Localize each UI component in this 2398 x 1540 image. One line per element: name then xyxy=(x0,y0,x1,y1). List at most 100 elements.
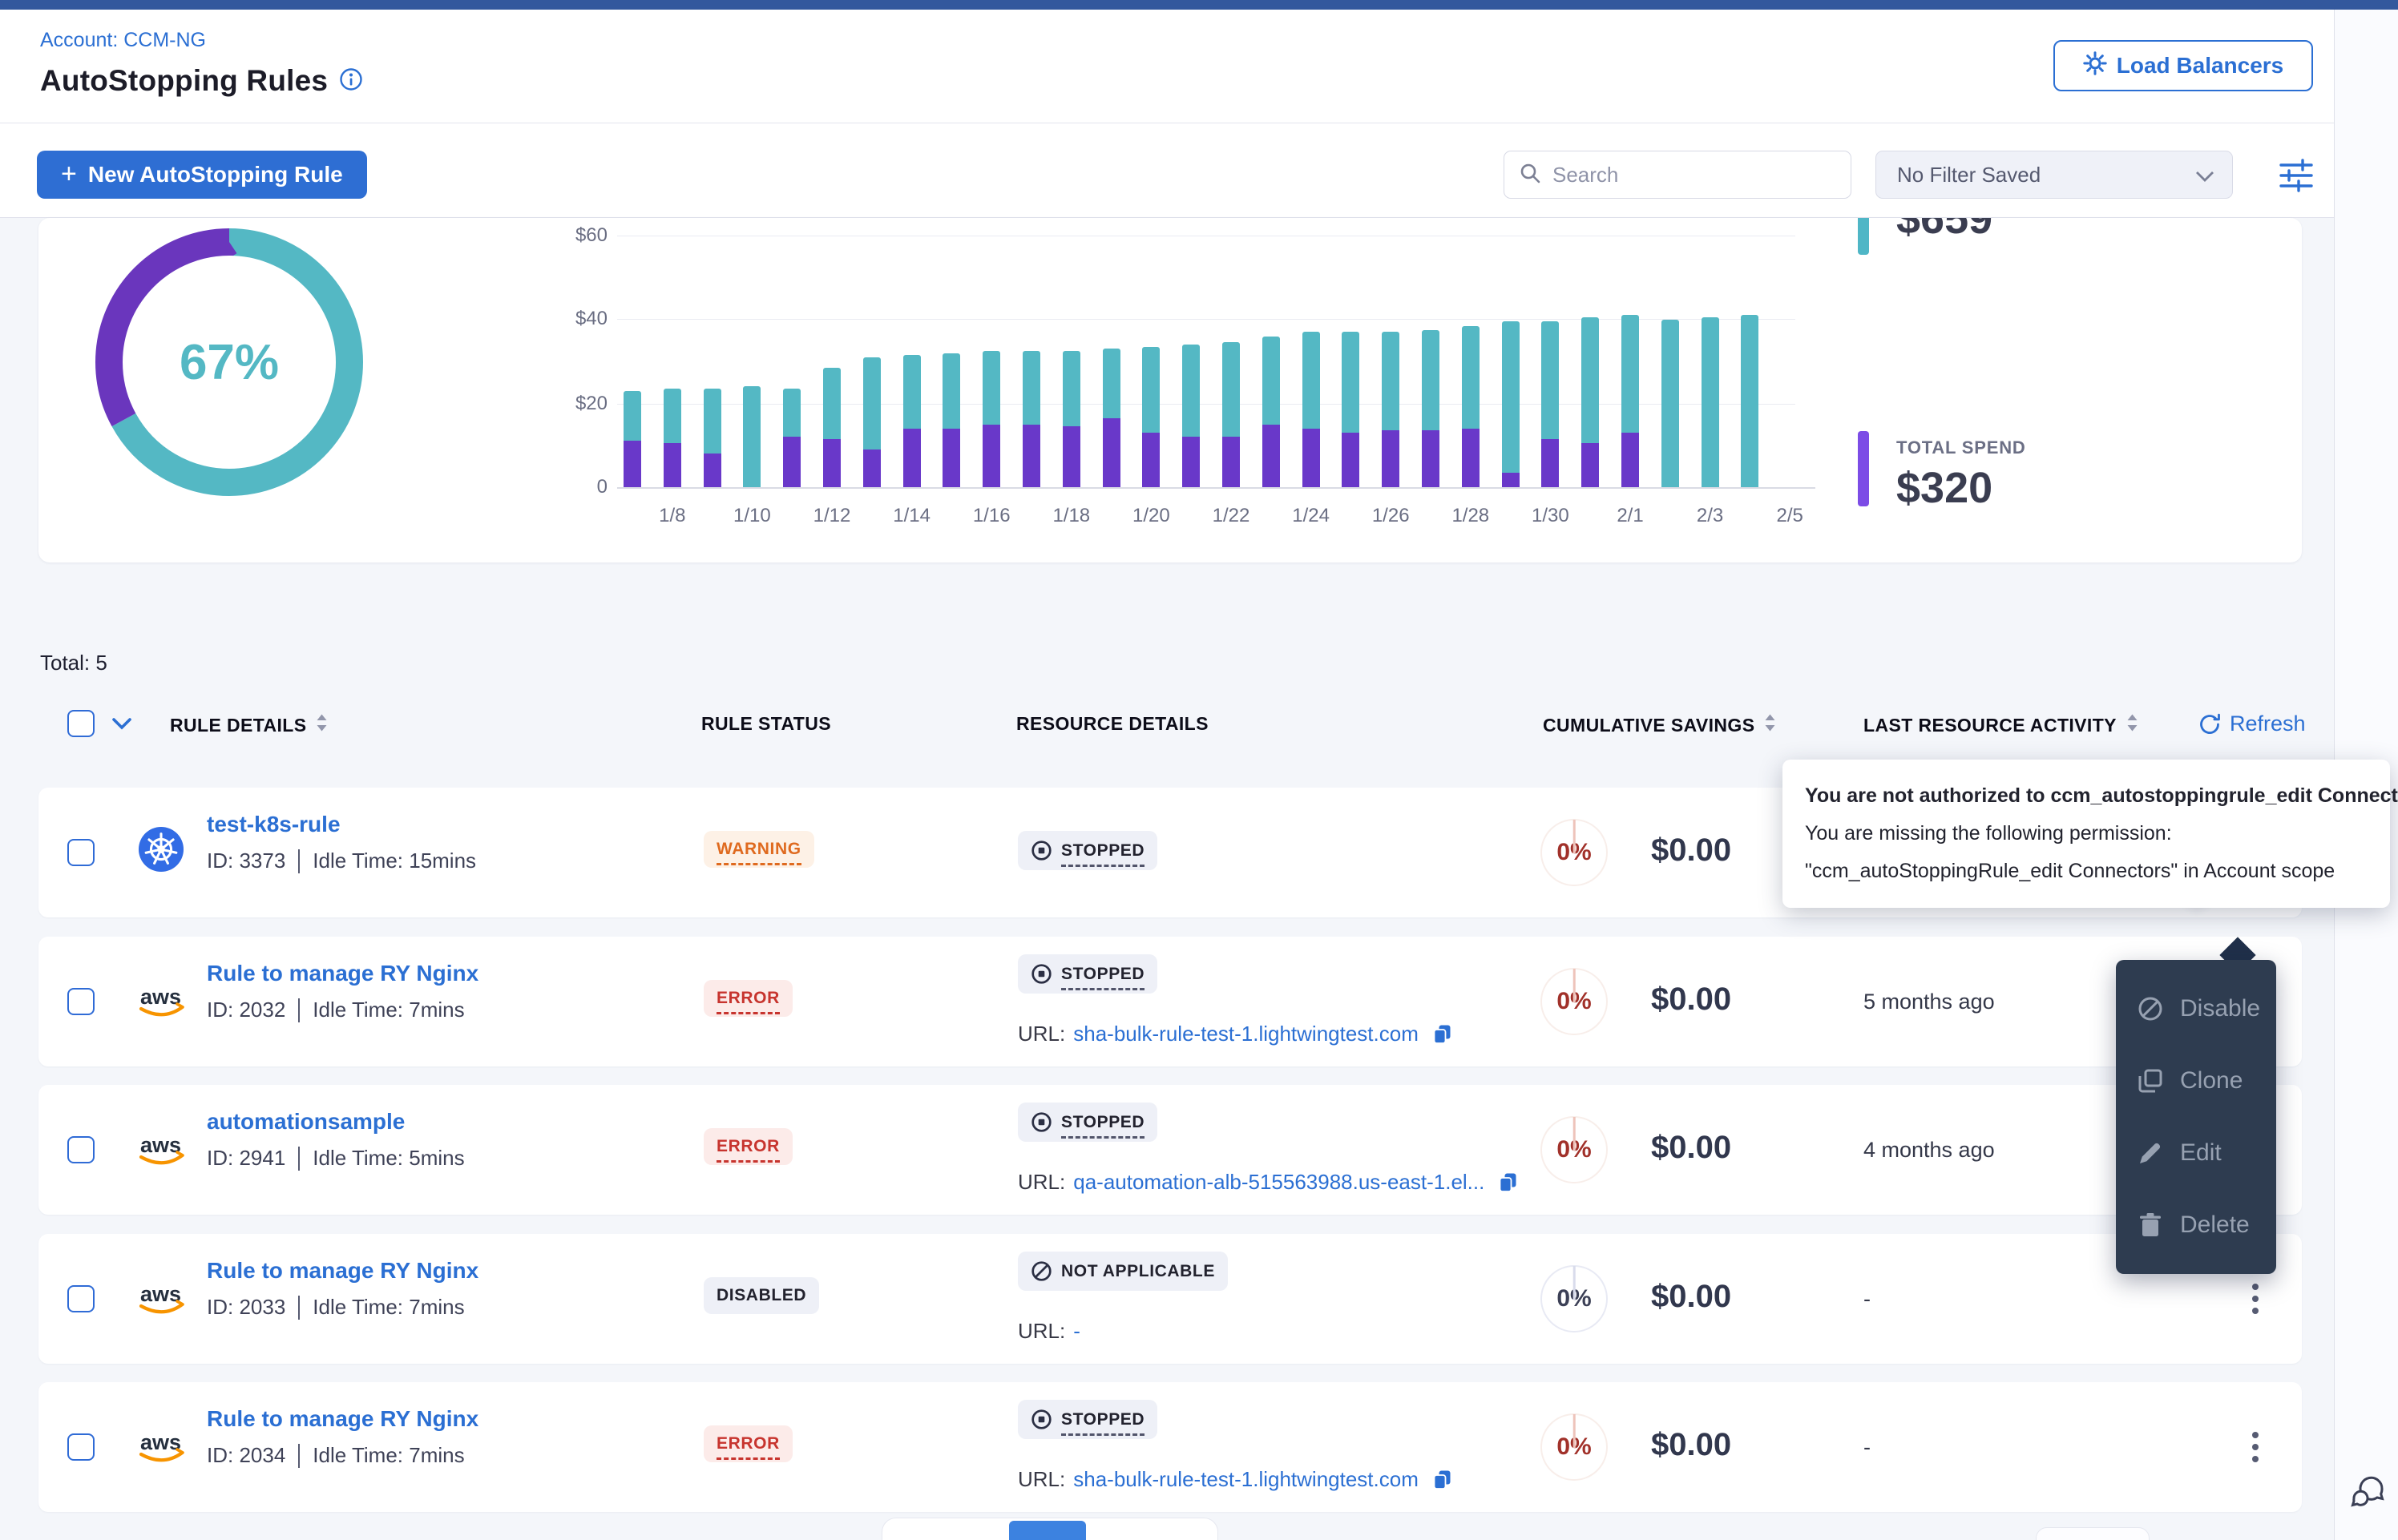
menu-item-clone[interactable]: Clone xyxy=(2116,1045,2276,1117)
rule-status-label: ERROR xyxy=(717,1137,780,1163)
bar-spend-segment xyxy=(863,450,881,487)
aws-icon: aws xyxy=(138,1131,188,1172)
spend-legend-marker xyxy=(1858,431,1869,506)
total-spend-label: TOTAL SPEND xyxy=(1896,437,2026,458)
sort-icon[interactable] xyxy=(2126,713,2138,737)
table-row[interactable]: awsRule to manage RY NginxID: 2033Idle T… xyxy=(38,1234,2302,1364)
bar-spend-segment xyxy=(1142,433,1160,487)
column-header-cumulative-savings[interactable]: CUMULATIVE SAVINGS xyxy=(1543,713,1776,737)
resource-url-line: URL: qa-automation-alb-515563988.us-east-… xyxy=(1018,1170,1519,1195)
resource-url-link[interactable]: sha-bulk-rule-test-1.lightwingtest.com xyxy=(1073,1022,1419,1046)
stop-circle-icon xyxy=(1031,1111,1052,1133)
kebab-dot xyxy=(2252,1296,2259,1302)
x-axis-label: 1/26 xyxy=(1354,505,1427,527)
refresh-label: Refresh xyxy=(2230,712,2306,736)
rule-name-link[interactable]: Rule to manage RY Nginx xyxy=(207,1258,478,1284)
saved-filter-dropdown[interactable]: No Filter Saved xyxy=(1875,151,2233,199)
bar-spend-segment xyxy=(1342,433,1359,487)
divider xyxy=(298,1444,300,1468)
total-savings-value: $659 xyxy=(1896,218,1992,244)
copy-icon[interactable] xyxy=(1431,1469,1453,1490)
row-checkbox[interactable] xyxy=(67,1285,95,1312)
search-input[interactable] xyxy=(1552,163,1836,187)
stacked-bar xyxy=(704,389,721,487)
toolbar: + New AutoStopping Rule No Filter Saved xyxy=(0,123,2334,218)
pagination-bar[interactable] xyxy=(882,1518,1218,1540)
resource-url-link[interactable]: qa-automation-alb-515563988.us-east-1.el… xyxy=(1073,1170,1484,1195)
row-checkbox[interactable] xyxy=(67,988,95,1015)
rule-status-label: DISABLED xyxy=(717,1286,806,1305)
tooltip-line: You are missing the following permission… xyxy=(1805,815,2368,853)
row-checkbox[interactable] xyxy=(67,1433,95,1461)
x-axis-label: 2/3 xyxy=(1674,505,1746,527)
copy-icon[interactable] xyxy=(1431,1023,1453,1045)
y-axis-tick: $20 xyxy=(519,393,608,415)
not-applicable-icon xyxy=(1031,1260,1052,1282)
bottom-right-chip[interactable] xyxy=(2036,1527,2150,1540)
table-row[interactable]: awsRule to manage RY NginxID: 2032Idle T… xyxy=(38,937,2302,1066)
chevron-down-icon xyxy=(2195,163,2214,187)
info-icon[interactable] xyxy=(339,67,363,95)
stacked-bar xyxy=(903,355,921,487)
new-autostopping-rule-button[interactable]: + New AutoStopping Rule xyxy=(37,151,367,199)
rule-subtext: ID: 2941Idle Time: 5mins xyxy=(207,1146,465,1171)
rule-name-link[interactable]: Rule to manage RY Nginx xyxy=(207,961,478,986)
row-checkbox[interactable] xyxy=(67,1136,95,1163)
row-actions-menu-button[interactable] xyxy=(2234,1420,2276,1474)
copy-icon[interactable] xyxy=(1497,1171,1519,1193)
help-chat-icon[interactable] xyxy=(2347,1471,2388,1513)
menu-item-label: Disable xyxy=(2180,995,2260,1022)
rule-status-label: ERROR xyxy=(717,989,780,1014)
x-axis-label: 2/1 xyxy=(1594,505,1666,527)
load-balancers-button[interactable]: Load Balancers xyxy=(2053,40,2313,91)
menu-item-disable[interactable]: Disable xyxy=(2116,973,2276,1045)
refresh-button[interactable]: Refresh xyxy=(2198,712,2306,736)
menu-item-edit[interactable]: Edit xyxy=(2116,1117,2276,1189)
refresh-icon xyxy=(2198,712,2222,736)
resource-state-badge: STOPPED xyxy=(1018,1103,1157,1142)
table-row[interactable]: aws automationsample ID: 2941Idle Time: 5m… xyxy=(38,1085,2302,1215)
url-prefix: URL: xyxy=(1018,1170,1065,1195)
column-header-rule-details[interactable]: RULE DETAILS xyxy=(170,713,328,737)
table-row[interactable]: awsRule to manage RY NginxID: 2034Idle T… xyxy=(38,1382,2302,1512)
bar-spend-segment xyxy=(983,425,1000,488)
saved-filter-value: No Filter Saved xyxy=(1897,163,2041,187)
rule-name-link[interactable]: automationsample xyxy=(207,1109,405,1135)
column-header-last-resource-activity[interactable]: LAST RESOURCE ACTIVITY xyxy=(1863,713,2138,737)
clone-icon xyxy=(2137,1067,2164,1095)
chevron-down-icon[interactable] xyxy=(112,718,131,734)
savings-donut-chart: 67% xyxy=(95,228,364,497)
resource-url-link[interactable]: sha-bulk-rule-test-1.lightwingtest.com xyxy=(1073,1467,1419,1492)
cumulative-savings-amount: $0.00 xyxy=(1651,1279,1731,1315)
bar-spend-segment xyxy=(1023,425,1040,488)
stacked-bar xyxy=(1262,337,1280,487)
filter-panel-icon[interactable] xyxy=(2278,157,2315,194)
pagination-active-page[interactable] xyxy=(1009,1521,1086,1540)
bar-spend-segment xyxy=(1462,429,1480,487)
menu-item-label: Edit xyxy=(2180,1139,2222,1167)
stacked-bar xyxy=(664,389,681,487)
row-actions-menu-button[interactable] xyxy=(2234,1272,2276,1326)
bar-spend-segment xyxy=(1541,439,1559,487)
account-breadcrumb[interactable]: Account: CCM-NG xyxy=(40,29,206,52)
row-checkbox[interactable] xyxy=(67,839,95,866)
x-axis-label: 1/18 xyxy=(1036,505,1108,527)
rule-name-link[interactable]: Rule to manage RY Nginx xyxy=(207,1406,478,1432)
kebab-dot xyxy=(2252,1432,2259,1438)
sort-icon[interactable] xyxy=(316,713,328,737)
bar-spend-segment xyxy=(1262,425,1280,488)
disable-icon xyxy=(2137,995,2164,1022)
sort-icon[interactable] xyxy=(1764,713,1776,737)
rule-name-link[interactable]: test-k8s-rule xyxy=(207,812,341,837)
resource-url-link[interactable]: - xyxy=(1073,1319,1080,1344)
menu-item-delete[interactable]: Delete xyxy=(2116,1189,2276,1261)
select-all-checkbox[interactable] xyxy=(67,710,95,737)
cumulative-savings-amount: $0.00 xyxy=(1651,832,1731,869)
resource-state-label: NOT APPLICABLE xyxy=(1061,1262,1215,1281)
resource-state-label: STOPPED xyxy=(1061,1113,1144,1139)
x-axis-label: 1/30 xyxy=(1514,505,1586,527)
stacked-bar xyxy=(624,391,641,487)
tooltip-line: "ccm_autoStoppingRule_edit Connectors" i… xyxy=(1805,853,2368,890)
x-axis-label: 1/16 xyxy=(955,505,1027,527)
bar-spend-segment xyxy=(1502,473,1520,487)
